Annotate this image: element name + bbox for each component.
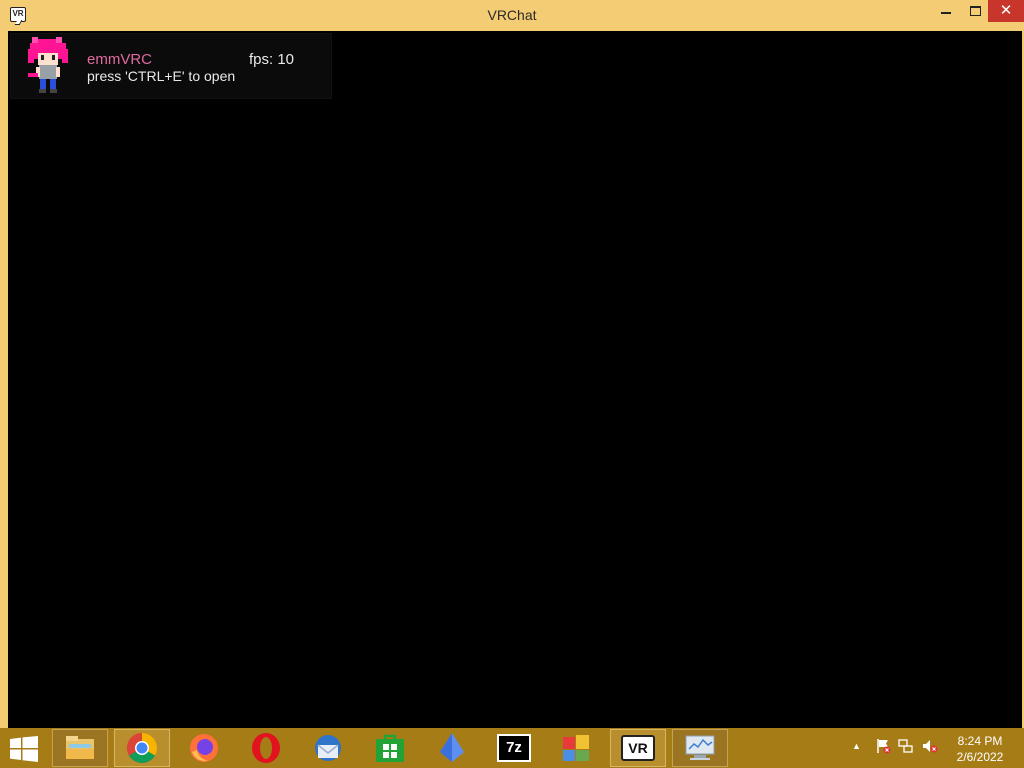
fps-counter: fps: 10 (249, 51, 295, 68)
taskbar-vertex-app[interactable] (424, 729, 480, 767)
avatar-icon (28, 37, 68, 93)
taskbar-opera[interactable] (238, 729, 294, 767)
taskbar-chrome[interactable] (114, 729, 170, 767)
close-icon: ✕ (999, 2, 1013, 19)
taskbar-vrchat[interactable]: VR (610, 729, 666, 767)
taskbar-firefox[interactable] (176, 729, 232, 767)
taskbar-control-panel[interactable] (548, 729, 604, 767)
opera-icon (252, 733, 280, 763)
minimize-button[interactable] (932, 0, 960, 22)
flag-icon[interactable] (875, 738, 891, 754)
maximize-button[interactable] (961, 0, 989, 22)
show-hidden-icons-button[interactable]: ▲ (852, 741, 861, 751)
store-icon (376, 734, 404, 762)
window-title: VRChat (487, 7, 537, 23)
windows-start-button[interactable] (10, 736, 38, 762)
title-bar: VR VRChat ✕ (0, 0, 1024, 31)
clock-time: 8:24 PM (957, 734, 1003, 748)
vertex-app-icon (440, 733, 464, 762)
control-panel-icon (563, 735, 589, 761)
taskbar-thunderbird[interactable] (300, 729, 356, 767)
7zip-icon: 7z (497, 734, 531, 762)
file-explorer-icon (66, 736, 94, 759)
taskbar-store[interactable] (362, 729, 418, 767)
vrchat-icon: VR (621, 735, 655, 761)
open-menu-hint: press 'CTRL+E' to open (87, 68, 236, 84)
mod-name: emmVRC (87, 51, 153, 68)
chrome-icon (126, 733, 158, 764)
maximize-icon (969, 6, 981, 16)
taskbar: 7z VR ▲ 8:24 PM 2/6/2022 (0, 728, 1024, 768)
thunderbird-icon (315, 735, 341, 761)
close-button[interactable]: ✕ (988, 0, 1024, 22)
minimize-icon (941, 12, 951, 14)
emmvrc-overlay: emmVRC fps: 10 press 'CTRL+E' to open (10, 33, 332, 99)
taskbar-file-explorer[interactable] (52, 729, 108, 767)
resource-monitor-icon (685, 735, 715, 760)
taskbar-7zip[interactable]: 7z (486, 729, 542, 767)
network-icon[interactable] (898, 738, 914, 754)
volume-muted-icon[interactable] (922, 738, 938, 754)
clock-date: 2/6/2022 (956, 750, 1004, 764)
system-clock[interactable]: 8:24 PM 2/6/2022 (950, 733, 1010, 765)
firefox-icon (190, 734, 218, 762)
window-frame-left (0, 31, 8, 728)
taskbar-resource-monitor[interactable] (672, 729, 728, 767)
